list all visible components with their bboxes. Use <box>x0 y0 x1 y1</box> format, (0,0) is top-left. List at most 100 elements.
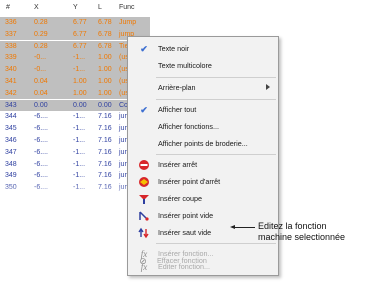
column-header-x[interactable]: X <box>34 4 39 11</box>
menu-item-label: Afficher fonctions... <box>158 122 219 131</box>
table-cell: -6.... <box>34 125 49 133</box>
table-cell: 6.78 <box>98 30 112 38</box>
table-cell: 7.16 <box>98 137 112 144</box>
table-cell: 346 <box>5 137 17 144</box>
table-cell: 337 <box>5 30 17 38</box>
check-icon: ✔ <box>140 44 148 54</box>
table-cell: -1... <box>73 66 86 74</box>
table-cell: 7.16 <box>98 113 112 121</box>
table-cell: 341 <box>5 78 17 85</box>
menu-item-insert-empty-stitch[interactable]: Insérer point vide <box>128 207 278 224</box>
empty-jump-icon <box>138 227 150 239</box>
column-header-func[interactable]: Func <box>119 4 135 11</box>
menu-item-black-text[interactable]: ✔ Texte noir <box>128 40 278 57</box>
menu-item-label: Texte noir <box>158 44 190 53</box>
table-cell: 1.00 <box>98 78 112 85</box>
menu-item-show-functions[interactable]: Afficher fonctions... <box>128 118 278 135</box>
stop-icon <box>138 159 150 171</box>
table-cell: 348 <box>5 160 17 168</box>
grid-header: # X Y L Func <box>0 0 150 18</box>
table-cell: 6.77 <box>73 19 87 26</box>
context-menu: ✔ Texte noir Texte multicolore Arrière-p… <box>127 36 279 276</box>
table-cell: -1... <box>73 172 86 180</box>
table-cell: Jump <box>119 19 137 26</box>
table-cell: -1... <box>73 137 86 144</box>
table-cell: 6.77 <box>73 42 87 50</box>
table-cell: 344 <box>5 113 17 121</box>
table-cell: -1... <box>73 113 86 121</box>
menu-item-label: Insérer point d'arrêt <box>158 177 221 186</box>
table-cell: 7.16 <box>98 148 112 156</box>
menu-item-insert-stop[interactable]: Insérer arrêt <box>128 156 278 173</box>
table-cell: 349 <box>5 172 17 180</box>
menu-item-label: Insérer coupe <box>158 194 202 203</box>
menu-item-label: Insérer arrêt <box>158 160 198 169</box>
menu-item-insert-empty-jump[interactable]: Insérer saut vide <box>128 224 278 241</box>
menu-item-insert-trim[interactable]: Insérer coupe <box>128 190 278 207</box>
table-cell: -6.... <box>34 137 49 144</box>
table-cell: -6.... <box>34 160 49 168</box>
table-cell: 0.28 <box>34 19 48 26</box>
table-cell: 0.28 <box>34 42 48 50</box>
menu-item-background[interactable]: Arrière-plan <box>128 79 278 96</box>
table-cell: -1... <box>73 160 86 168</box>
trim-icon <box>138 193 150 205</box>
callout-line <box>233 227 255 228</box>
table-cell: -6.... <box>34 148 49 156</box>
menu-item-label: Arrière-plan <box>158 83 196 92</box>
table-cell: 0.00 <box>73 101 87 109</box>
callout-text: Editez la fonction machine selectionnée <box>258 221 346 242</box>
table-cell: 0.00 <box>34 101 48 109</box>
table-cell: 6.78 <box>98 42 112 50</box>
table-cell: -1... <box>73 125 86 133</box>
column-header-y[interactable]: Y <box>73 4 78 11</box>
table-cell: 7.16 <box>98 160 112 168</box>
table-cell: 338 <box>5 42 17 50</box>
table-cell: 0.04 <box>34 78 48 85</box>
table-cell: -0... <box>34 66 47 74</box>
column-header-l[interactable]: L <box>98 4 102 11</box>
column-header-number[interactable]: # <box>6 4 10 11</box>
table-cell: 336 <box>5 19 17 26</box>
table-cell: 1.00 <box>98 66 112 74</box>
table-cell: 343 <box>5 101 17 109</box>
table-cell: 340 <box>5 66 17 74</box>
table-cell: 342 <box>5 89 17 97</box>
menu-item-show-all[interactable]: ✔ Afficher tout <box>128 101 278 118</box>
table-row[interactable]: 336 0.28 6.77 6.78 Jump <box>0 17 150 29</box>
empty-stitch-icon <box>138 210 150 222</box>
menu-item-label: Insérer saut vide <box>158 228 212 237</box>
table-cell: 6.77 <box>73 30 87 38</box>
menu-item-label: Effacer fonction <box>157 256 207 265</box>
table-cell: -6.... <box>34 113 49 121</box>
submenu-arrow-icon <box>266 84 270 90</box>
table-cell: 345 <box>5 125 17 133</box>
stop-point-icon <box>138 176 150 188</box>
table-cell: 7.16 <box>98 172 112 180</box>
menu-item-label: Afficher points de broderie... <box>158 139 248 148</box>
menu-item-label: Afficher tout <box>158 105 197 114</box>
check-icon: ✔ <box>140 105 148 115</box>
table-cell: -6.... <box>34 172 49 180</box>
menu-separator <box>156 99 276 100</box>
table-cell: -0... <box>34 54 47 62</box>
menu-item-delete-function[interactable]: ⊘ Effacer fonction <box>127 252 277 269</box>
menu-item-show-stitch-points[interactable]: Afficher points de broderie... <box>128 135 278 152</box>
table-cell: -1... <box>73 148 86 156</box>
table-cell: 1.00 <box>73 89 87 97</box>
menu-item-multicolor-text[interactable]: Texte multicolore <box>128 57 278 74</box>
menu-item-insert-stop-point[interactable]: Insérer point d'arrêt <box>128 173 278 190</box>
menu-item-label: Texte multicolore <box>158 61 212 70</box>
table-cell: 1.00 <box>98 89 112 97</box>
table-cell: 7.16 <box>98 125 112 133</box>
table-cell: 0.04 <box>34 89 48 97</box>
menu-separator <box>156 243 276 244</box>
table-cell: 1.00 <box>73 78 87 85</box>
menu-item-label: Insérer point vide <box>158 211 214 220</box>
menu-separator <box>156 77 276 78</box>
table-cell: 1.00 <box>98 54 112 62</box>
delete-function-icon: ⊘ <box>139 256 147 266</box>
menu-separator <box>156 154 276 155</box>
table-cell: 347 <box>5 148 17 156</box>
table-cell: -1... <box>73 54 86 62</box>
